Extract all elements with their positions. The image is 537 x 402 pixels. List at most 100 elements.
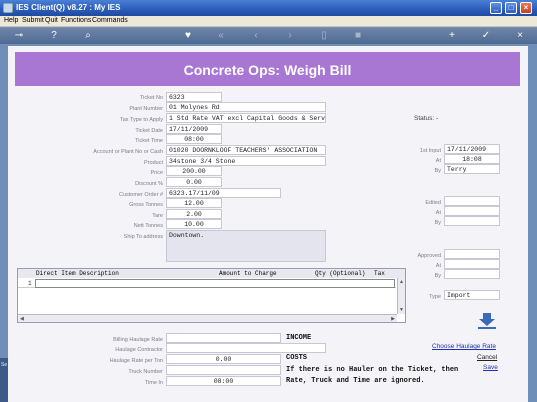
approved-time-field[interactable] — [444, 259, 500, 269]
income-label: INCOME — [286, 334, 312, 342]
ticket-date-field[interactable]: 17/11/2009 — [166, 124, 222, 134]
side-tab-label: Se — [1, 362, 8, 368]
col-qty-header[interactable]: Qty (Optional) — [315, 270, 365, 277]
previous-icon[interactable]: ‹ — [250, 30, 262, 42]
key-icon[interactable]: ⊸ — [10, 30, 28, 42]
nett-tonnes-label: Nett Tonnes — [133, 223, 163, 229]
hauler-note-line-2: Rate, Truck and Time are ignored. — [286, 377, 425, 385]
haulage-contractor-field[interactable] — [166, 343, 326, 353]
nett-tonnes-field[interactable]: 10.00 — [166, 219, 222, 229]
customer-order-field[interactable]: 6323.17/11/09 — [166, 188, 281, 198]
truck-number-field[interactable] — [166, 365, 281, 375]
col-description-header[interactable]: Direct Item Description — [36, 270, 119, 277]
haulage-rate-field[interactable]: 0.00 — [166, 354, 281, 364]
menu-submit[interactable]: Submit — [22, 17, 44, 24]
menu-bar: Help Submit Quit Functions Commands — [0, 16, 537, 27]
toolbar: ⊸ ? ⌕ ♥ « ‹ › ▯ ■ + ✓ × — [0, 28, 537, 44]
app-icon — [3, 3, 13, 13]
row-number: 1 — [28, 280, 32, 287]
hauler-note-line-1: If there is no Hauler on the Ticket, the… — [286, 366, 459, 374]
first-input-date-field[interactable]: 17/11/2009 — [444, 144, 500, 154]
scroll-right-icon[interactable]: ▶ — [391, 316, 395, 322]
type-label: Type — [429, 294, 441, 300]
menu-help[interactable]: Help — [4, 17, 18, 24]
plant-number-label: Plant Number — [129, 106, 163, 112]
first-input-by-field[interactable]: Terry — [444, 164, 500, 174]
cancel-link[interactable]: Cancel — [477, 354, 497, 361]
save-link[interactable]: Save — [483, 364, 498, 371]
menu-functions[interactable]: Functions — [61, 17, 91, 24]
help-icon[interactable]: ? — [48, 30, 60, 42]
ticket-time-field[interactable]: 08:00 — [166, 134, 222, 144]
favorite-icon[interactable]: ♥ — [182, 30, 194, 42]
menu-quit[interactable]: Quit — [45, 17, 58, 24]
close-icon[interactable]: × — [514, 30, 526, 42]
edited-by-field[interactable] — [444, 216, 500, 226]
edited-at-label: At — [435, 210, 441, 216]
costs-label: COSTS — [286, 354, 308, 362]
first-record-icon[interactable]: « — [215, 30, 227, 42]
scroll-down-icon[interactable]: ▼ — [399, 307, 404, 313]
col-amount-header[interactable]: Amount to Charge — [219, 270, 277, 277]
confirm-icon[interactable]: ✓ — [480, 30, 492, 42]
minimize-button[interactable]: _ — [490, 2, 502, 14]
col-tax-header[interactable]: Tax — [374, 270, 385, 277]
tare-field[interactable]: 2.00 — [166, 209, 222, 219]
first-input-time-field[interactable]: 18:08 — [444, 154, 500, 164]
ticket-no-field[interactable]: 6323 — [166, 92, 222, 102]
price-field[interactable]: 200.00 — [166, 166, 222, 176]
edited-date-field[interactable] — [444, 196, 500, 206]
product-field[interactable]: 34stone 3/4 Stone — [166, 156, 326, 166]
download-icon[interactable] — [477, 312, 497, 330]
menu-commands[interactable]: Commands — [92, 17, 128, 24]
approved-date-field[interactable] — [444, 249, 500, 259]
edited-label: Edited — [425, 200, 441, 206]
stop-icon[interactable]: ■ — [352, 30, 364, 42]
gross-tonnes-label: Gross Tonnes — [129, 202, 163, 208]
time-in-field[interactable]: 08:00 — [166, 376, 281, 386]
choose-haulage-rate-link[interactable]: Choose Haulage Rate — [432, 343, 496, 350]
ticket-no-label: Ticket No — [139, 95, 163, 101]
grid-header: Direct Item Description Amount to Charge… — [18, 269, 405, 278]
add-icon[interactable]: + — [446, 30, 458, 42]
side-tab[interactable]: Se — [0, 358, 8, 402]
close-window-button[interactable]: × — [520, 2, 532, 14]
haulage-contractor-label: Haulage Contractor — [115, 347, 163, 353]
first-input-by-label: By — [434, 168, 441, 174]
table-row[interactable]: 1 — [18, 279, 396, 288]
first-input-label: 1st Input — [419, 148, 441, 154]
edited-time-field[interactable] — [444, 206, 500, 216]
discount-label: Discount % — [135, 181, 163, 187]
clipboard-icon[interactable]: ▯ — [318, 30, 330, 42]
form-banner: Concrete Ops: Weigh Bill — [15, 52, 520, 86]
first-input-at-label: At — [435, 158, 441, 164]
scroll-up-icon[interactable]: ▲ — [399, 279, 404, 285]
item-grid: Direct Item Description Amount to Charge… — [17, 268, 406, 323]
approved-at-label: At — [435, 263, 441, 269]
customer-order-label: Customer Order # — [118, 192, 163, 198]
edited-by-label: By — [434, 220, 441, 226]
description-cell[interactable] — [35, 279, 395, 288]
search-icon[interactable]: ⌕ — [82, 30, 94, 42]
billing-haulage-rate-field[interactable] — [166, 333, 281, 343]
window-title: IES Client(Q) v8.27 : My IES — [16, 3, 121, 12]
tax-type-field[interactable]: 1 Std Rate VAT excl Capital Goods & Serv… — [166, 113, 326, 123]
haulage-rate-label: Haulage Rate per Ton — [109, 358, 163, 364]
gross-tonnes-field[interactable]: 12.00 — [166, 198, 222, 208]
type-field[interactable]: Import — [444, 290, 500, 300]
plant-number-field[interactable]: 01 Molynes Rd — [166, 102, 326, 112]
grid-horizontal-scrollbar[interactable]: ◀ ▶ — [18, 314, 397, 322]
scroll-left-icon[interactable]: ◀ — [20, 316, 24, 322]
ticket-time-label: Ticket Time — [135, 138, 163, 144]
maximize-button[interactable]: □ — [505, 2, 517, 14]
approved-by-label: By — [434, 273, 441, 279]
approved-by-field[interactable] — [444, 269, 500, 279]
next-icon[interactable]: › — [284, 30, 296, 42]
account-field[interactable]: 01020 DOORNKLOOF TEACHERS' ASSOCIATION — [166, 145, 326, 155]
ship-to-label: Ship To address — [123, 234, 163, 240]
title-bar: IES Client(Q) v8.27 : My IES _ □ × — [0, 0, 537, 16]
tax-type-label: Tax Type to Apply — [119, 117, 163, 123]
ship-to-field[interactable]: Downtown. — [166, 230, 326, 262]
grid-vertical-scrollbar[interactable]: ▲ ▼ — [397, 278, 405, 314]
discount-field[interactable]: 0.00 — [166, 177, 222, 187]
